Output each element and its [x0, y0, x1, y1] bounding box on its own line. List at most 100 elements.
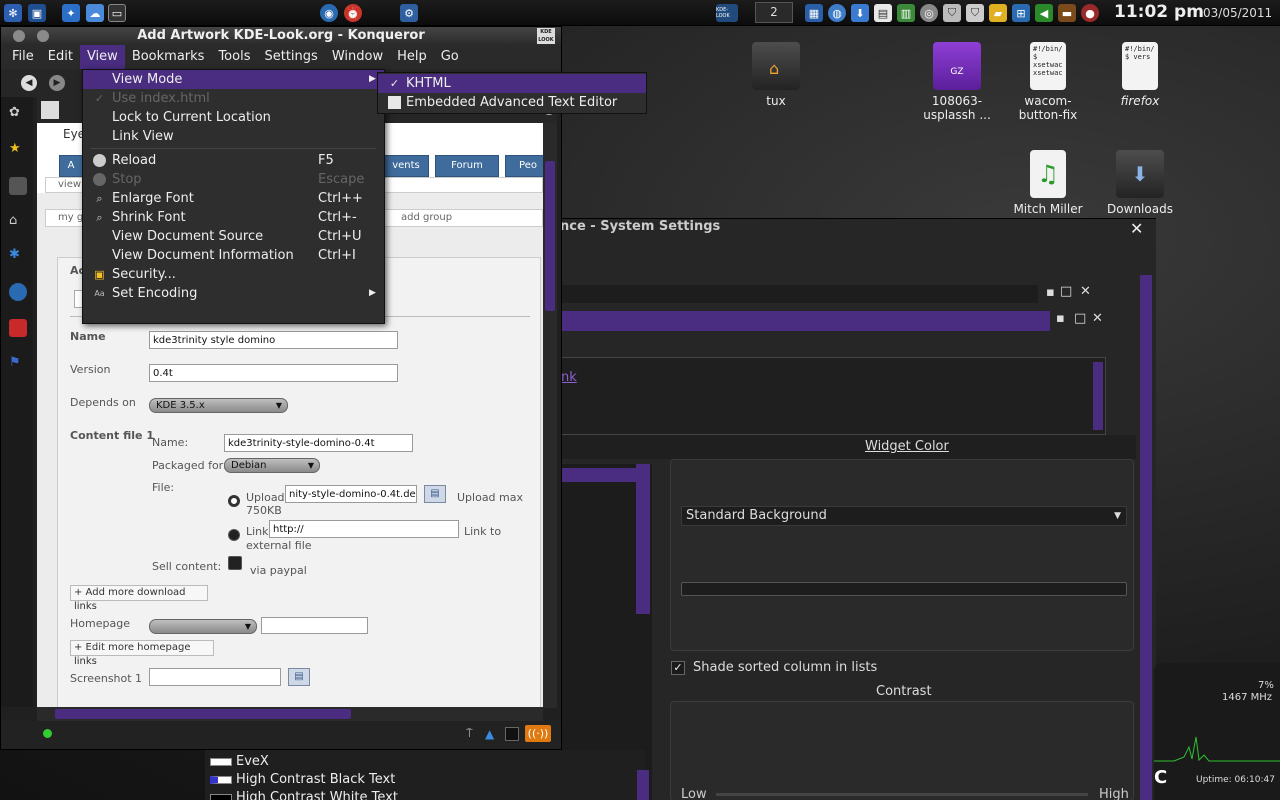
red-tray-icon[interactable]: ● [1081, 4, 1099, 22]
screen-tray-icon[interactable]: ▦ [805, 4, 823, 22]
flag-icon[interactable]: ⚑ [9, 355, 27, 373]
maximize-icon[interactable]: □ [1060, 284, 1072, 299]
homepage-input[interactable] [261, 617, 368, 634]
cf-name-input[interactable]: kde3trinity-style-domino-0.4t [224, 434, 413, 452]
tab-forum[interactable]: Forum [435, 155, 499, 177]
menu-edit[interactable]: Edit [41, 45, 80, 69]
network-icon[interactable]: ☁ [86, 4, 104, 22]
paw-icon[interactable]: ✿ [9, 105, 27, 123]
menu-view[interactable]: View [79, 45, 125, 69]
forward-icon[interactable]: ▶ [49, 75, 65, 91]
edit-homepage-links-button[interactable]: + Edit more homepage links [70, 640, 214, 667]
new-tab-icon[interactable] [41, 101, 59, 119]
list-item[interactable]: High Contrast White Text [210, 789, 398, 800]
desktop-icon-usplash[interactable]: GZ 108063-usplassh ... [912, 42, 1002, 122]
window-menu-button[interactable] [13, 30, 25, 42]
download-tray-icon[interactable]: ⬇ [851, 4, 869, 22]
main-scrollbar[interactable] [1140, 275, 1152, 800]
menu-item-security[interactable]: ▣ Security... [83, 265, 384, 284]
color-preview-bar[interactable] [681, 582, 1127, 596]
version-input[interactable]: 0.4t [149, 364, 398, 382]
subnav-add-group[interactable]: add group [401, 212, 452, 223]
link-fragment[interactable]: nk [561, 370, 577, 385]
chart-tray-icon[interactable]: ▥ [897, 4, 915, 22]
close-icon[interactable]: ✕ [1130, 219, 1143, 238]
homepage-select[interactable]: ▼ [149, 619, 257, 634]
alarm-task-icon[interactable]: ⏰ [344, 4, 362, 22]
widget-color-combo[interactable]: Standard Background ▼ [681, 506, 1127, 526]
name-input[interactable]: kde3trinity style domino [149, 331, 398, 349]
browser-task-icon[interactable]: ◉ [320, 4, 338, 22]
kde-menu-icon[interactable]: ✻ [4, 4, 22, 22]
box-tray-icon[interactable]: ▬ [1058, 4, 1076, 22]
desktop-icon-tux[interactable]: ⌂ tux [731, 42, 821, 108]
menu-window[interactable]: Window [325, 45, 390, 69]
list-scrollbar[interactable] [637, 770, 649, 800]
desktop-pager[interactable]: 2 [755, 2, 793, 23]
rss-icon[interactable]: ((·)) [525, 725, 551, 742]
home-icon[interactable]: ⌂ [9, 213, 27, 231]
upload-file-input[interactable]: nity-style-domino-0.4t.deb [285, 485, 417, 503]
shield2-tray-icon[interactable]: ⛉ [966, 4, 984, 22]
link-input[interactable]: http:// [269, 520, 459, 538]
device-icon[interactable] [9, 177, 27, 195]
scroll-thumb[interactable] [55, 709, 351, 719]
menu-tools[interactable]: Tools [211, 45, 257, 69]
sell-content-checkbox[interactable] [228, 556, 242, 570]
menu-item-view-mode[interactable]: View Mode ▶ [83, 70, 384, 89]
vertical-scrollbar[interactable] [543, 123, 557, 708]
blocker-icon[interactable] [505, 727, 519, 741]
menu-item-khtml[interactable]: ✓ KHTML [378, 74, 646, 93]
subnav-my-groups[interactable]: my g [58, 212, 83, 223]
volume-tray-icon[interactable]: ◀ [1035, 4, 1053, 22]
terminal-icon[interactable]: ▭ [108, 4, 126, 22]
menu-item-lock-location[interactable]: Lock to Current Location [83, 108, 384, 127]
selected-list-row[interactable] [560, 468, 636, 482]
clipboard-tray-icon[interactable]: ▤ [874, 4, 892, 22]
maximize-icon[interactable]: □ [1074, 311, 1086, 326]
desktop-icon-wacom[interactable]: #!/bin/ $ xsetwac xsetwac wacom-button-f… [1003, 42, 1093, 122]
close-icon[interactable]: ✕ [1092, 311, 1103, 326]
menu-settings[interactable]: Settings [257, 45, 324, 69]
translate-icon[interactable]: ▲ [485, 727, 499, 741]
close-icon[interactable]: ✕ [1080, 284, 1091, 299]
menu-item-shrink-font[interactable]: ⌕ Shrink Font Ctrl+- [83, 208, 384, 227]
minimize-icon[interactable]: ▪ [1046, 285, 1055, 300]
sticky-button[interactable] [37, 30, 49, 42]
subnav-view[interactable]: view [58, 179, 81, 190]
link-radio[interactable] [228, 529, 240, 541]
tab-add[interactable]: A [59, 155, 83, 177]
menu-go[interactable]: Go [434, 45, 466, 69]
network-tray-icon[interactable]: ⊞ [1012, 4, 1030, 22]
shade-sorted-checkbox[interactable]: ✓ [671, 661, 685, 675]
packaged-select[interactable]: Debian ▼ [224, 458, 320, 473]
desktop-icon-mitch-miller[interactable]: ♫ Mitch Miller [1003, 150, 1093, 216]
desktop-icon-downloads[interactable]: ⬇ Downloads [1095, 150, 1185, 216]
title-bar[interactable]: Add Artwork KDE-Look.org - Konqueror KDE… [1, 27, 561, 45]
browse-icon[interactable]: ▤ [424, 485, 446, 503]
globe-icon[interactable] [9, 283, 27, 301]
minimize-icon[interactable]: ▪ [1056, 311, 1065, 326]
menu-help[interactable]: Help [390, 45, 434, 69]
menu-item-set-encoding[interactable]: Aa Set Encoding ▶ [83, 284, 384, 303]
security-icon[interactable]: ⍑ [466, 727, 478, 741]
menu-item-document-info[interactable]: View Document Information Ctrl+I [83, 246, 384, 265]
list-item[interactable]: High Contrast Black Text [210, 771, 395, 789]
browse-icon[interactable]: ▤ [288, 668, 310, 686]
globe-tray-icon[interactable]: ◍ [828, 4, 846, 22]
upload-radio[interactable] [228, 495, 240, 507]
tab-people[interactable]: Peo [505, 155, 543, 177]
scroll-thumb[interactable] [545, 161, 555, 311]
clock[interactable]: 11:02 pm [1114, 2, 1204, 22]
media-icon[interactable] [9, 319, 27, 337]
kde-look-tray-icon[interactable]: KDE-LOOK [716, 4, 738, 22]
disk-tray-icon[interactable]: ◎ [920, 4, 938, 22]
color-scheme-list[interactable]: EveX High Contrast Black Text High Contr… [205, 750, 649, 800]
menu-item-reload[interactable]: Reload F5 [83, 151, 384, 170]
back-icon[interactable]: ◀ [21, 75, 37, 91]
depends-select[interactable]: KDE 3.5.x ▼ [149, 398, 288, 413]
list-scrollbar[interactable] [636, 464, 650, 614]
network-icon[interactable]: ✱ [9, 247, 27, 265]
folder-tray-icon[interactable]: ▰ [989, 4, 1007, 22]
contrast-slider[interactable] [716, 793, 1088, 796]
